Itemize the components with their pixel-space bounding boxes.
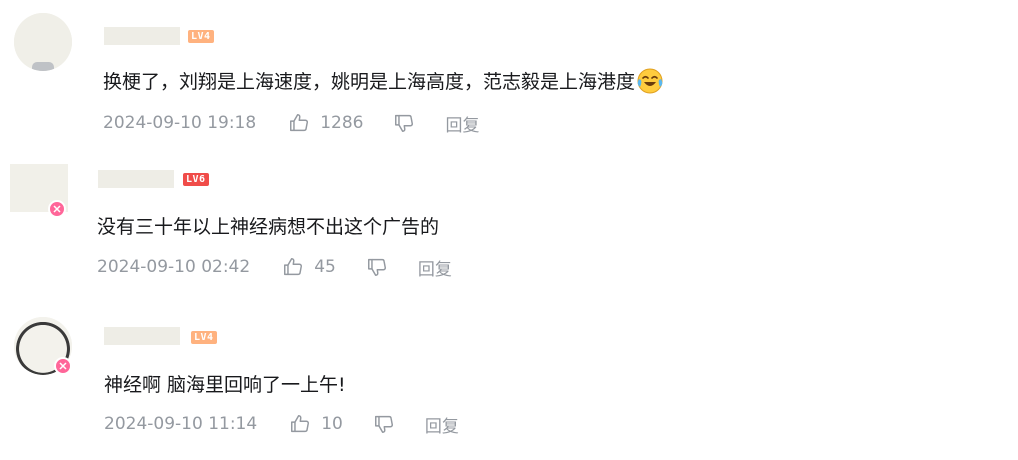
comment-meta: 2024-09-10 19:18 1286 回复: [103, 110, 479, 136]
like-count: 10: [321, 414, 343, 434]
like-button[interactable]: 45: [282, 256, 336, 278]
comment-text-content: 神经啊 脑海里回响了一上午!: [104, 374, 346, 396]
thumbs-up-icon: [291, 415, 310, 433]
like-count: 45: [314, 257, 336, 277]
reply-button[interactable]: 回复: [445, 111, 479, 136]
comment-meta: 2024-09-10 02:42 45 回复: [97, 254, 452, 280]
vip-badge-glyph: [53, 205, 61, 213]
vip-badge-glyph: [59, 362, 67, 370]
thumbs-down-icon: [395, 114, 414, 132]
comment-meta: 2024-09-10 11:14 10 回复: [104, 411, 459, 437]
like-button[interactable]: 10: [289, 413, 343, 435]
avatar[interactable]: [14, 13, 72, 71]
comment-text-content: 没有三十年以上神经病想不出这个广告的: [97, 216, 440, 238]
comment-timestamp: 2024-09-10 11:14: [104, 414, 258, 434]
vip-badge-icon: [48, 200, 66, 218]
comment-item: LV6 没有三十年以上神经病想不出这个广告的 2024-09-10 02:42 …: [0, 150, 1018, 290]
dislike-button[interactable]: [366, 256, 388, 278]
level-badge: LV4: [188, 30, 214, 43]
thumbs-up-icon: [284, 258, 303, 276]
thumbs-down-icon: [374, 415, 393, 433]
comment-text: 换梗了，刘翔是上海速度，姚明是上海高度，范志毅是上海港度: [103, 68, 663, 95]
comment-timestamp: 2024-09-10 02:42: [97, 257, 251, 277]
like-button[interactable]: 1286: [288, 112, 363, 134]
avatar-detail: [32, 62, 54, 71]
vip-badge-icon: [54, 357, 72, 375]
username[interactable]: [104, 27, 180, 45]
comment-text: 没有三十年以上神经病想不出这个广告的: [97, 214, 439, 240]
level-badge: LV6: [183, 173, 209, 186]
reply-button[interactable]: 回复: [418, 255, 452, 280]
comment-item: LV4 换梗了，刘翔是上海速度，姚明是上海高度，范志毅是上海港度 2024-09…: [0, 0, 1018, 140]
reply-button[interactable]: 回复: [425, 412, 459, 437]
comment-text-content: 换梗了，刘翔是上海速度，姚明是上海高度，范志毅是上海港度: [103, 71, 636, 93]
level-badge: LV4: [191, 331, 217, 344]
thumbs-up-icon: [290, 114, 309, 132]
dislike-button[interactable]: [393, 112, 415, 134]
comment-timestamp: 2024-09-10 19:18: [103, 113, 257, 133]
dislike-button[interactable]: [373, 413, 395, 435]
comment-text: 神经啊 脑海里回响了一上午!: [104, 372, 346, 398]
comment-item: LV4 神经啊 脑海里回响了一上午! 2024-09-10 11:14 10 回…: [0, 307, 1018, 447]
thumbs-down-icon: [367, 258, 386, 276]
username[interactable]: [104, 327, 180, 345]
laughing-crying-emoji-icon: [637, 68, 663, 94]
username[interactable]: [98, 170, 174, 188]
like-count: 1286: [320, 113, 364, 133]
